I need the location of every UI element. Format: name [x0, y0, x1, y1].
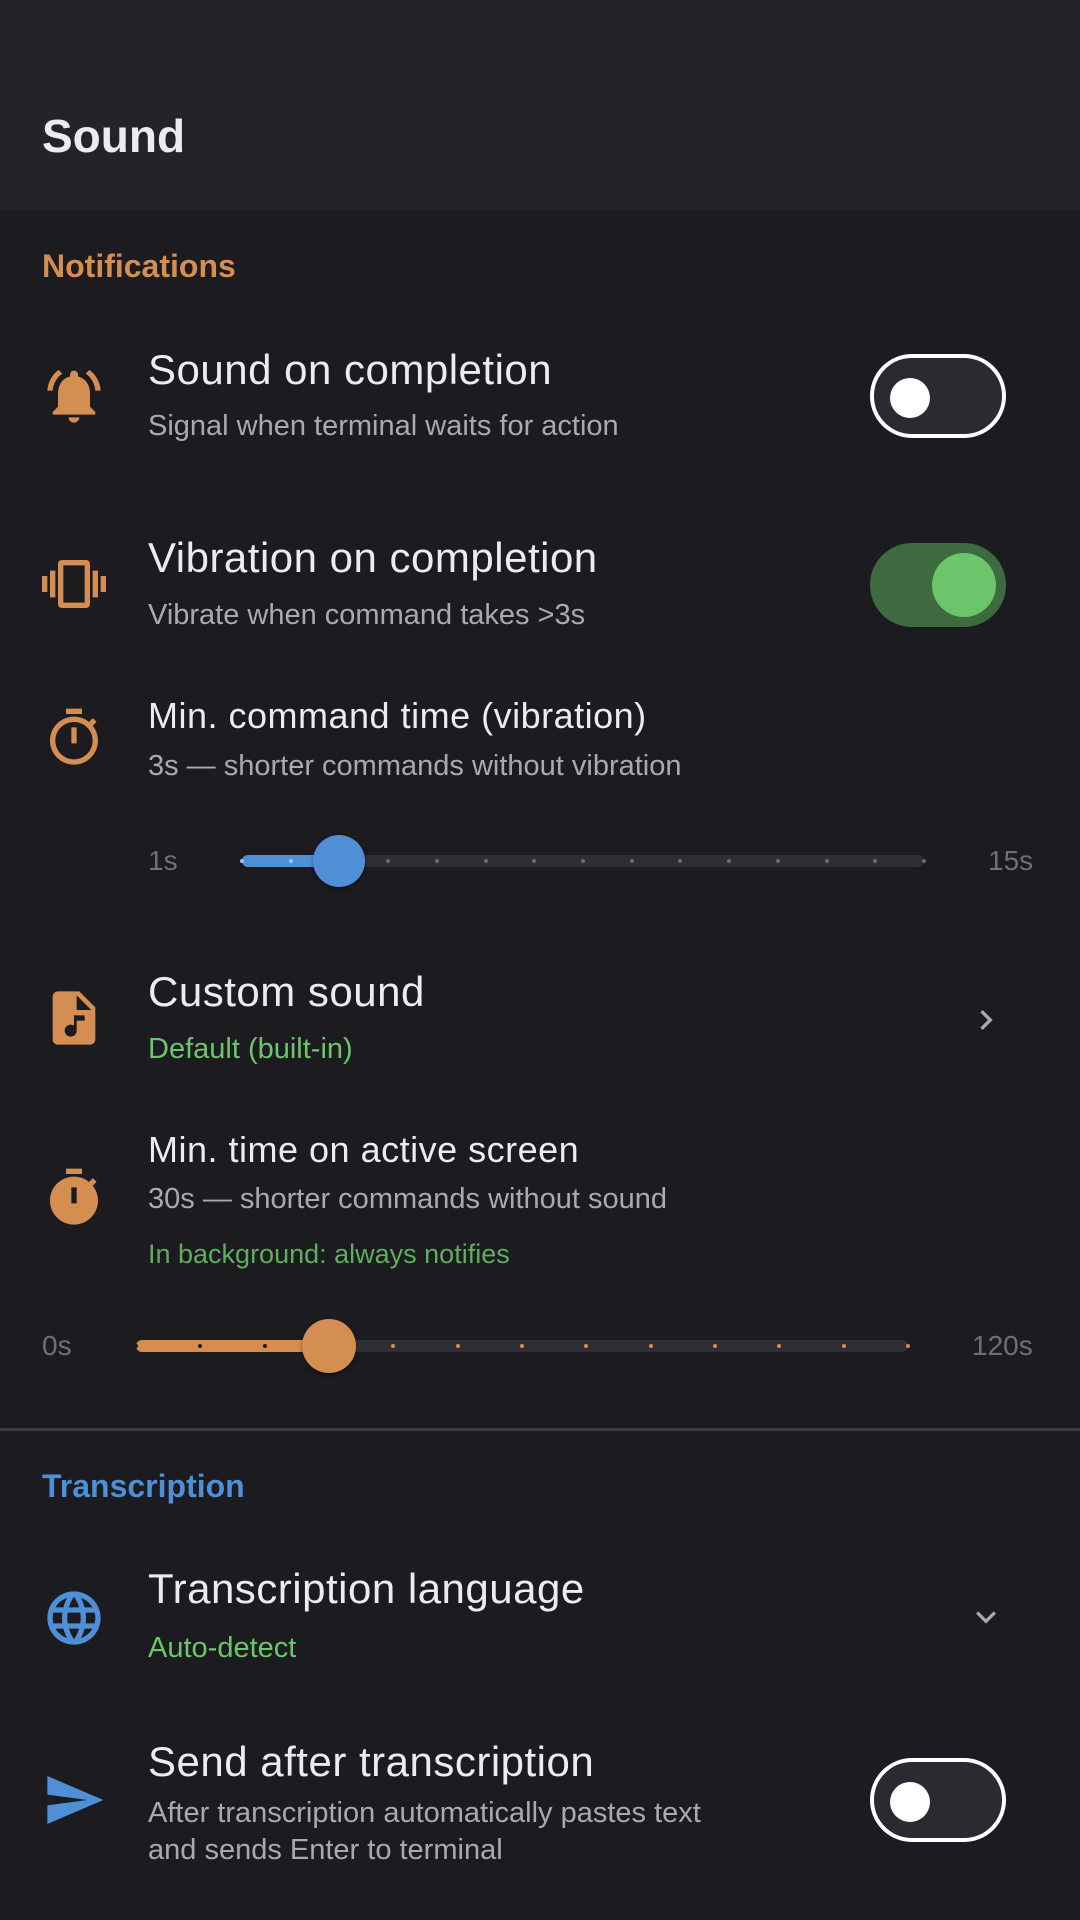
send-after-transcription-toggle[interactable] [870, 1758, 1006, 1842]
min-command-time-title: Min. command time (vibration) [148, 695, 647, 736]
slider-tick [906, 1344, 910, 1348]
slider-min-label: 1s [148, 845, 178, 876]
slider-min-label: 0s [42, 1330, 72, 1361]
slider-tick [520, 1344, 524, 1348]
section-header-transcription: Transcription [42, 1468, 245, 1504]
slider-tick [841, 1344, 846, 1348]
section-header-notifications: Notifications [42, 248, 236, 284]
slider-tick [824, 859, 829, 863]
vibration-icon [42, 552, 106, 616]
page-title: Sound [42, 110, 186, 162]
slider-tick [434, 859, 439, 863]
vibration-on-completion-toggle[interactable] [870, 543, 1006, 627]
slider-tick [386, 859, 391, 863]
slider-track[interactable] [134, 1340, 910, 1352]
slider-tick [134, 1344, 138, 1348]
vibration-on-completion-subtitle: Vibrate when command takes >3s [148, 599, 586, 631]
stopwatch-icon [42, 1166, 106, 1230]
transcription-language-title: Transcription language [148, 1565, 585, 1612]
slider-tick [455, 1344, 460, 1348]
slider-tick [629, 859, 634, 863]
min-command-time-subtitle: 3s — shorter commands without vibration [148, 750, 682, 782]
slider-thumb[interactable] [302, 1319, 356, 1373]
slider-tick [483, 859, 488, 863]
slider-tick [873, 859, 878, 863]
sound-on-completion-title: Sound on completion [148, 346, 553, 393]
slider-tick [288, 859, 293, 863]
slider-tick [678, 859, 683, 863]
section-divider [0, 1428, 1080, 1431]
slider-thumb[interactable] [313, 835, 366, 887]
slider-fill [136, 1340, 329, 1352]
slider-tick [391, 1344, 396, 1348]
chevron-down-icon[interactable] [966, 1597, 1006, 1637]
slider-tick [713, 1344, 717, 1348]
background-note: In background: always notifies [148, 1239, 510, 1269]
transcription-language-value: Auto-detect [148, 1632, 297, 1664]
slider-max-label: 120s [972, 1330, 1033, 1361]
slider-max-label: 15s [988, 845, 1034, 876]
timer-icon [42, 706, 106, 770]
toggle-knob [890, 1782, 930, 1822]
sound-on-completion-subtitle: Signal when terminal waits for action [148, 410, 619, 442]
globe-icon [42, 1586, 106, 1650]
slider-tick [727, 859, 732, 863]
slider-tick [775, 859, 780, 863]
toggle-knob [890, 378, 930, 418]
sound-on-completion-toggle[interactable] [870, 354, 1006, 438]
custom-sound-value: Default (built-in) [148, 1033, 353, 1065]
slider-tick [648, 1344, 653, 1348]
vibration-on-completion-title: Vibration on completion [148, 534, 598, 581]
slider-tick [532, 859, 537, 863]
slider-tick [581, 859, 585, 863]
app-bar: Sound [0, 0, 1080, 210]
chevron-right-icon[interactable] [966, 1000, 1006, 1040]
send-after-transcription-title: Send after transcription [148, 1738, 595, 1785]
slider-tick [584, 1344, 589, 1348]
audio-file-icon [42, 986, 106, 1050]
send-icon [42, 1768, 106, 1832]
slider-tick [922, 859, 926, 863]
send-after-transcription-subtitle-line1: After transcription automatically pastes… [148, 1797, 701, 1829]
slider-tick [262, 1344, 267, 1348]
toggle-knob [932, 553, 996, 617]
min-time-active-screen-title: Min. time on active screen [148, 1129, 580, 1170]
bell-icon [42, 364, 106, 428]
min-time-active-screen-subtitle: 30s — shorter commands without sound [148, 1183, 668, 1215]
custom-sound-title: Custom sound [148, 968, 425, 1015]
slider-tick [777, 1344, 782, 1348]
send-after-transcription-subtitle-line2: and sends Enter to terminal [148, 1834, 503, 1866]
slider-tick [240, 859, 244, 863]
